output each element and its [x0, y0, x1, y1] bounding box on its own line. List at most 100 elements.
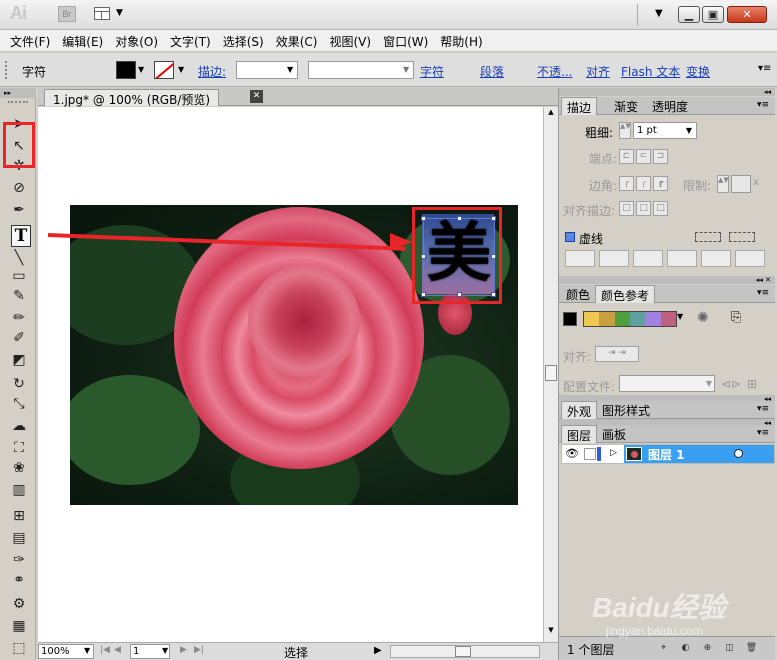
round-join-icon[interactable]: ╭ [636, 176, 651, 191]
dash-input[interactable] [633, 250, 663, 267]
lock-toggle[interactable] [584, 448, 596, 460]
first-artboard-icon[interactable]: |◀ [100, 645, 110, 655]
flash-text-link[interactable]: Flash 文本 [621, 63, 680, 80]
graph-icon[interactable]: ▥ [9, 480, 29, 500]
resize-handle[interactable] [457, 292, 462, 297]
free-transform-icon[interactable]: ⛶ [9, 438, 29, 458]
tab-layers[interactable]: 图层 [561, 425, 598, 443]
warp-icon[interactable]: ☁ [9, 416, 29, 436]
bridge-button[interactable]: Br [58, 6, 76, 22]
trash-icon[interactable]: 🗑 [745, 642, 758, 655]
line-icon[interactable]: ╲ [9, 248, 29, 268]
workspace-chevron-icon[interactable]: ▼ [655, 8, 663, 19]
resize-handle[interactable] [491, 254, 496, 259]
weight-select[interactable]: 1 pt ▼ [633, 122, 697, 139]
scale-icon[interactable]: ⤡ [9, 394, 29, 414]
panel-menu-icon[interactable]: ▾≡ [757, 404, 769, 414]
tab-artboards[interactable]: 画板 [597, 425, 631, 443]
resize-handle[interactable] [421, 254, 426, 259]
align-center-icon[interactable]: □ [619, 201, 634, 216]
menu-file[interactable]: 文件(F) [4, 30, 56, 51]
tab-color[interactable]: 颜色 [561, 285, 595, 303]
limit-stepper-icon[interactable]: ▲▼ [717, 175, 729, 193]
gradient-icon[interactable]: ▤ [9, 528, 29, 548]
layer-name[interactable]: 图层 1 [648, 446, 685, 463]
mesh-icon[interactable]: ⊞ [9, 506, 29, 526]
artboard-chevron-icon[interactable]: ▼ [162, 646, 168, 655]
gap-input[interactable] [667, 250, 697, 267]
sync-icon[interactable]: ⊲⊳ [721, 377, 741, 391]
last-artboard-icon[interactable]: ▶| [194, 645, 204, 655]
swatch[interactable] [584, 312, 600, 326]
column-graph-icon[interactable]: ▦ [9, 616, 29, 636]
miter-join-icon[interactable]: ┌ [619, 176, 634, 191]
rotate-icon[interactable]: ↻ [9, 374, 29, 394]
brush-definition-select[interactable] [308, 61, 414, 79]
minimize-button[interactable]: ▁ [678, 6, 700, 23]
zoom-chevron-icon[interactable]: ▼ [84, 646, 90, 655]
dash-input[interactable] [565, 250, 595, 267]
arrange-documents-icon[interactable] [94, 7, 110, 20]
square-cap-icon[interactable]: ⊐ [653, 149, 668, 164]
character-link[interactable]: 字符 [420, 63, 444, 80]
current-tool-status[interactable]: 选择 [284, 644, 308, 660]
align-inside-icon[interactable]: □ [636, 201, 651, 216]
butt-cap-icon[interactable]: ⊏ [619, 149, 634, 164]
visibility-eye-icon[interactable]: 👁 [565, 447, 579, 460]
paragraph-link[interactable]: 段落 [480, 63, 504, 80]
collapse-icon[interactable]: ◂◂ [559, 88, 775, 96]
tab-gradient[interactable]: 渐变 [609, 97, 643, 115]
grip-icon[interactable] [5, 61, 9, 79]
blob-brush-icon[interactable]: ✐ [9, 328, 29, 348]
settings-icon[interactable]: ⊞ [747, 377, 757, 391]
locate-object-icon[interactable]: ⌖ [657, 642, 670, 655]
swatch[interactable] [645, 312, 661, 326]
resize-handle[interactable] [421, 216, 426, 221]
dash-align-corners-icon[interactable] [695, 232, 721, 242]
menu-window[interactable]: 窗口(W) [377, 30, 434, 51]
menu-effect[interactable]: 效果(C) [270, 30, 324, 51]
grip-icon[interactable] [8, 101, 28, 105]
swatch[interactable] [614, 312, 630, 326]
transform-link[interactable]: 变换 [686, 63, 710, 80]
expand-triangle-icon[interactable]: ▷ [610, 448, 617, 458]
bevel-join-icon[interactable]: ┏ [653, 176, 668, 191]
close-button[interactable]: ✕ [727, 6, 767, 23]
stroke-chevron-icon[interactable]: ▼ [178, 65, 184, 74]
harmony-chevron-icon[interactable]: ▼ [677, 312, 683, 321]
panel-menu-icon[interactable]: ▾≡ [758, 63, 771, 74]
prev-artboard-icon[interactable]: ◀ [114, 645, 121, 655]
document-tab[interactable]: 1.jpg* @ 100% (RGB/预览) [44, 89, 220, 107]
resize-handle[interactable] [491, 292, 496, 297]
collapse-icon[interactable]: ▸▸ [0, 88, 36, 98]
opacity-link[interactable]: 不透... [537, 63, 572, 80]
menu-type[interactable]: 文字(T) [164, 30, 217, 51]
brush-chevron-icon[interactable]: ▼ [403, 65, 409, 74]
layer-row[interactable]: 👁 ▷ 图层 1 [561, 444, 775, 464]
align-link[interactable]: 对齐 [586, 63, 610, 80]
stroke-color-swatch[interactable] [154, 61, 174, 79]
weight-chevron-icon[interactable]: ▼ [686, 123, 692, 138]
pencil-icon[interactable]: ✏ [9, 308, 29, 328]
stroke-link[interactable]: 描边: [198, 63, 226, 80]
panel-menu-icon[interactable]: ▾≡ [757, 100, 769, 110]
base-color-swatch[interactable] [563, 312, 577, 326]
eyedropper-icon[interactable]: ✑ [9, 550, 29, 570]
scroll-down-icon[interactable]: ▼ [545, 626, 557, 638]
tab-appearance[interactable]: 外观 [561, 401, 598, 419]
gap-input[interactable] [735, 250, 765, 267]
menu-select[interactable]: 选择(S) [217, 30, 270, 51]
round-cap-icon[interactable]: ⊂ [636, 149, 651, 164]
type-icon[interactable]: T [11, 225, 31, 247]
pen-icon[interactable]: ✒ [9, 200, 29, 220]
scroll-thumb[interactable] [545, 365, 557, 381]
paintbrush-icon[interactable]: ✎ [9, 286, 29, 306]
tab-color-guide[interactable]: 颜色参考 [595, 285, 656, 303]
fill-color-swatch[interactable] [116, 61, 136, 79]
new-sublayer-icon[interactable]: ⊕ [701, 642, 714, 655]
text-object-highlight[interactable]: 美 [412, 207, 502, 304]
tab-stroke[interactable]: 描边 [561, 97, 598, 115]
stroke-weight-chevron-icon[interactable]: ▼ [287, 65, 293, 74]
scroll-up-icon[interactable]: ▲ [545, 108, 557, 120]
scroll-thumb[interactable] [455, 646, 471, 657]
